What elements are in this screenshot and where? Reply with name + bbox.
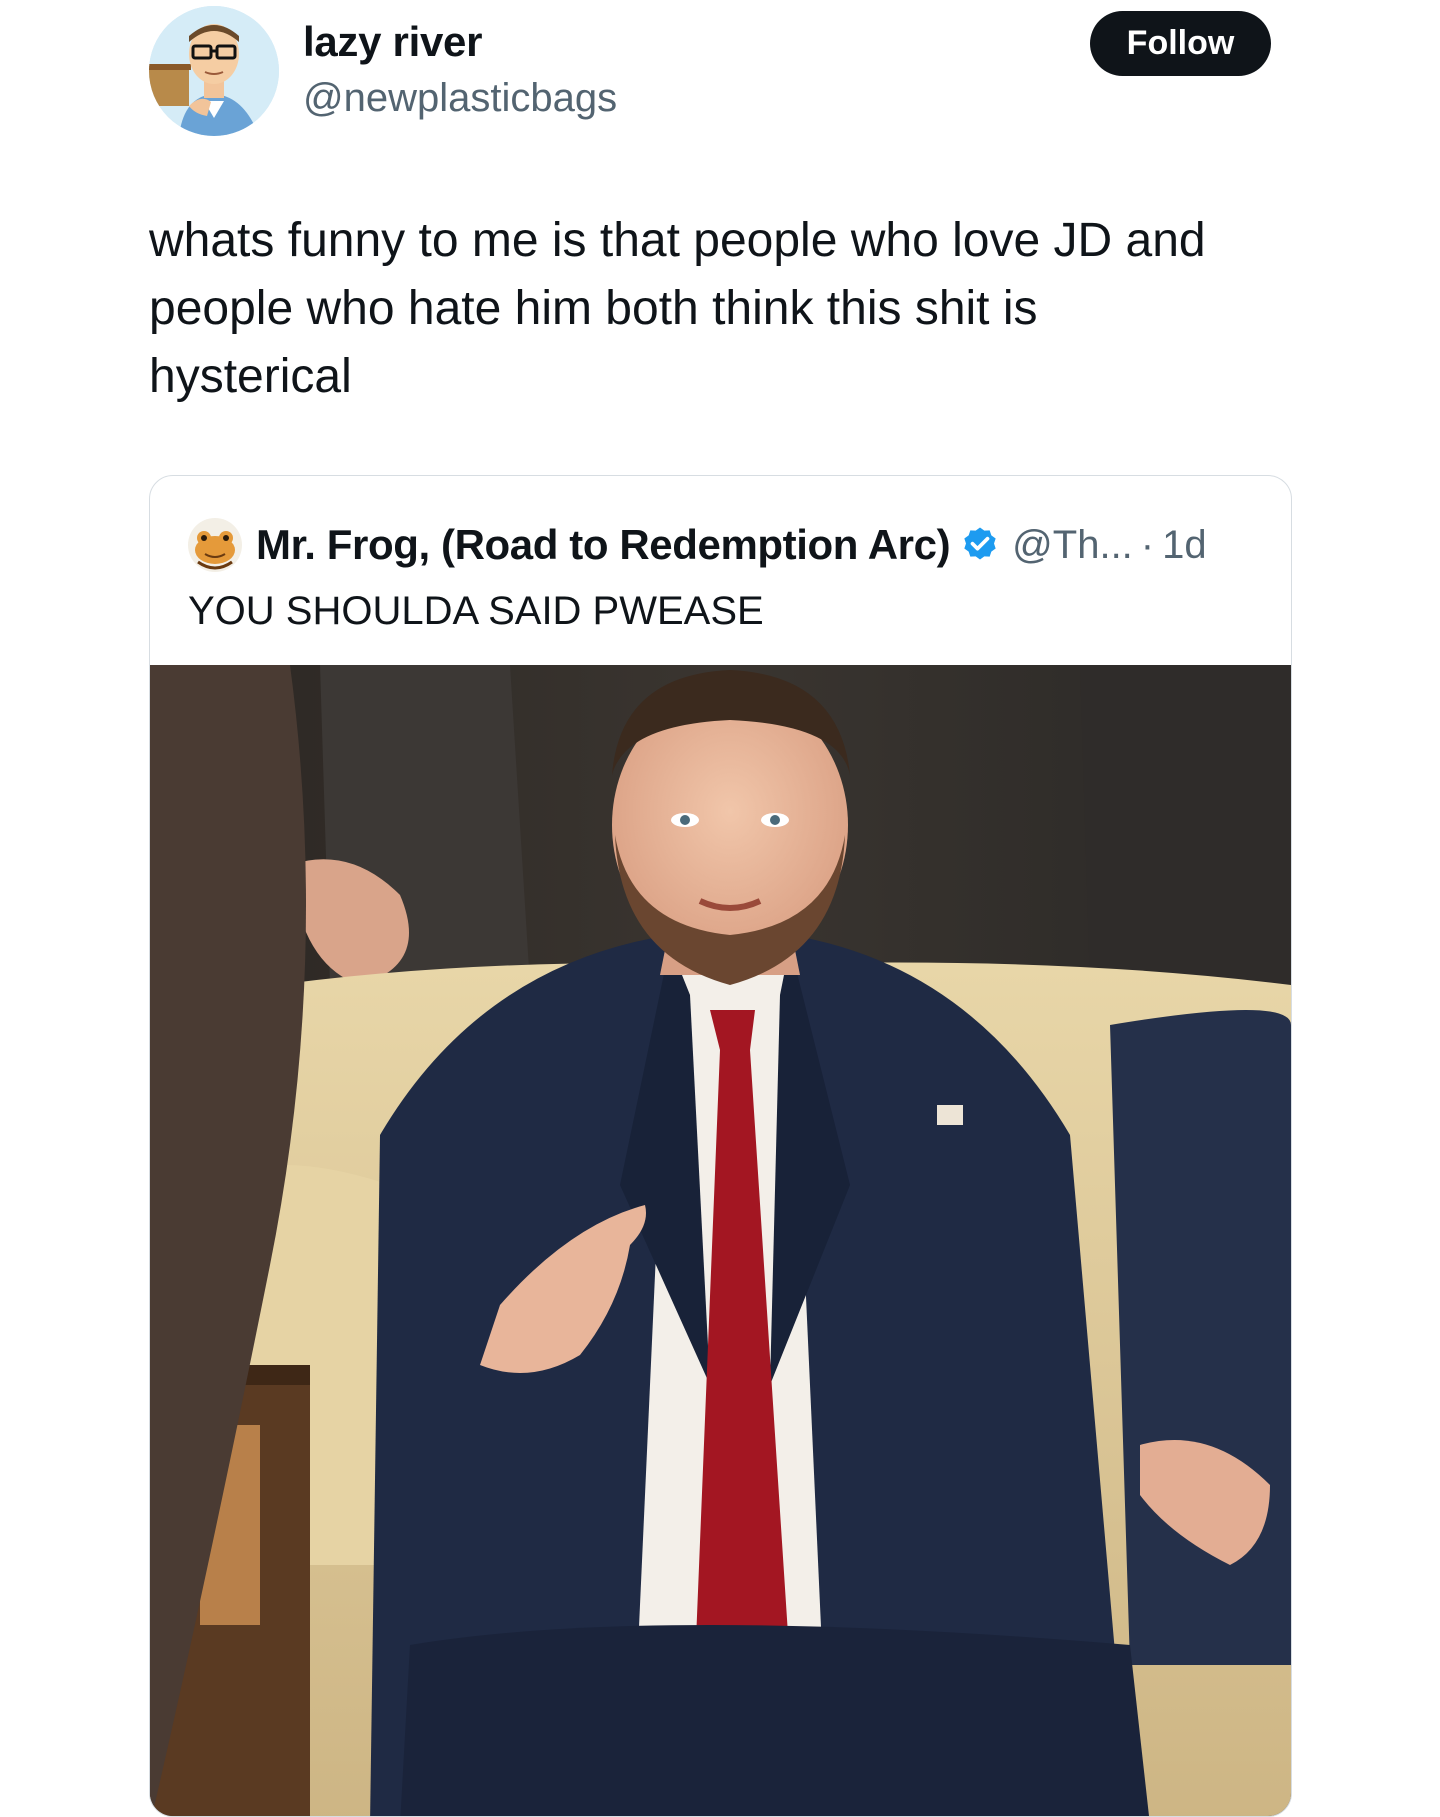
- quoted-tweet-photo[interactable]: [150, 665, 1291, 1816]
- separator-dot: ·: [1140, 522, 1155, 567]
- cartoon-avatar-icon[interactable]: [149, 6, 279, 136]
- quoted-tweet-header: Mr. Frog, (Road to Redemption Arc) @Th..…: [188, 516, 1207, 574]
- verified-badge-icon: [960, 525, 1000, 565]
- follow-button[interactable]: Follow: [1090, 11, 1271, 76]
- tweet: lazy river @newplasticbags Follow whats …: [0, 0, 1440, 1817]
- frog-avatar-icon[interactable]: [188, 518, 242, 572]
- author-display-name[interactable]: lazy river: [303, 18, 482, 66]
- quoted-author-display-name[interactable]: Mr. Frog, (Road to Redemption Arc): [256, 521, 951, 569]
- quoted-tweet-card[interactable]: Mr. Frog, (Road to Redemption Arc) @Th..…: [149, 475, 1292, 1817]
- author-handle[interactable]: @newplasticbags: [303, 76, 617, 121]
- quoted-author-handle[interactable]: @Th...: [1012, 523, 1133, 568]
- quoted-tweet-text: YOU SHOULDA SAID PWEASE: [188, 589, 764, 633]
- tweet-text: whats funny to me is that people who lov…: [149, 214, 1206, 403]
- quoted-timestamp[interactable]: 1d: [1162, 523, 1207, 568]
